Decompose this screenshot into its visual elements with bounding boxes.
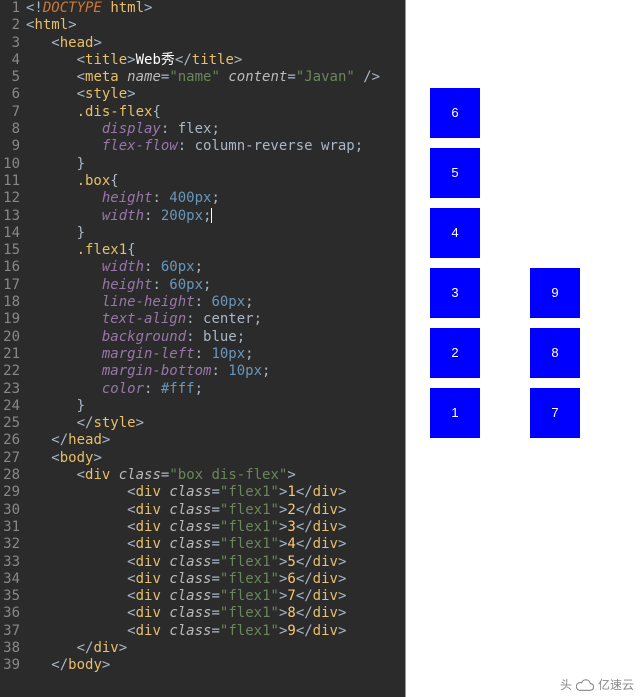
- line-number: 7: [0, 104, 20, 121]
- line-number: 17: [0, 277, 20, 294]
- line-number: 28: [0, 467, 20, 484]
- code-line[interactable]: <div class="flex1">6</div>: [26, 571, 405, 588]
- line-number: 12: [0, 190, 20, 207]
- flex-item: 7: [530, 388, 580, 438]
- line-number: 6: [0, 86, 20, 103]
- code-line[interactable]: <html>: [26, 17, 405, 34]
- line-number: 38: [0, 640, 20, 657]
- preview-pane: 1 2 3 4 5 6 7 8 9: [405, 0, 640, 697]
- line-number: 15: [0, 242, 20, 259]
- code-line[interactable]: <div class="flex1">2</div>: [26, 502, 405, 519]
- watermark: 头 亿速云: [560, 676, 634, 693]
- line-number: 1: [0, 0, 20, 17]
- code-line[interactable]: display: flex;: [26, 121, 405, 138]
- line-number: 29: [0, 484, 20, 501]
- line-number: 3: [0, 35, 20, 52]
- line-number: 30: [0, 502, 20, 519]
- code-line[interactable]: <head>: [26, 35, 405, 52]
- line-number: 4: [0, 52, 20, 69]
- flex-item: 5: [430, 148, 480, 198]
- line-number: 23: [0, 381, 20, 398]
- line-number: 21: [0, 346, 20, 363]
- line-number: 27: [0, 450, 20, 467]
- flex-item: 6: [430, 88, 480, 138]
- flex-container: 1 2 3 4 5 6 7 8 9: [420, 48, 620, 448]
- code-line[interactable]: height: 400px;: [26, 190, 405, 207]
- line-number: 2: [0, 17, 20, 34]
- flex-item: 4: [430, 208, 480, 258]
- text-cursor: [211, 208, 212, 223]
- flex-item: 1: [430, 388, 480, 438]
- code-line[interactable]: </style>: [26, 415, 405, 432]
- code-line[interactable]: </body>: [26, 657, 405, 674]
- code-editor[interactable]: 1234567891011121314151617181920212223242…: [0, 0, 405, 697]
- line-number: 10: [0, 156, 20, 173]
- code-line[interactable]: </head>: [26, 432, 405, 449]
- line-number: 9: [0, 138, 20, 155]
- code-line[interactable]: <div class="flex1">9</div>: [26, 623, 405, 640]
- line-number: 13: [0, 208, 20, 225]
- line-number: 18: [0, 294, 20, 311]
- line-number: 31: [0, 519, 20, 536]
- code-line[interactable]: </div>: [26, 640, 405, 657]
- code-line[interactable]: <div class="flex1">5</div>: [26, 554, 405, 571]
- line-number: 25: [0, 415, 20, 432]
- line-number: 39: [0, 657, 20, 674]
- line-number: 22: [0, 363, 20, 380]
- line-number: 20: [0, 329, 20, 346]
- line-number: 19: [0, 311, 20, 328]
- code-line[interactable]: width: 60px;: [26, 259, 405, 276]
- line-number: 16: [0, 259, 20, 276]
- cloud-icon: [576, 678, 594, 692]
- line-number: 34: [0, 571, 20, 588]
- line-number: 24: [0, 398, 20, 415]
- code-line[interactable]: <style>: [26, 86, 405, 103]
- code-line[interactable]: <div class="box dis-flex">: [26, 467, 405, 484]
- code-line[interactable]: background: blue;: [26, 329, 405, 346]
- flex-item: 2: [430, 328, 480, 378]
- flex-item: 8: [530, 328, 580, 378]
- code-line[interactable]: height: 60px;: [26, 277, 405, 294]
- code-line[interactable]: <div class="flex1">3</div>: [26, 519, 405, 536]
- line-number: 14: [0, 225, 20, 242]
- code-line[interactable]: .box{: [26, 173, 405, 190]
- code-line[interactable]: <div class="flex1">8</div>: [26, 605, 405, 622]
- flex-item: 9: [530, 268, 580, 318]
- code-line[interactable]: .dis-flex{: [26, 104, 405, 121]
- code-line[interactable]: line-height: 60px;: [26, 294, 405, 311]
- code-line[interactable]: }: [26, 225, 405, 242]
- code-line[interactable]: <title>Web秀</title>: [26, 52, 405, 69]
- flex-item: 3: [430, 268, 480, 318]
- code-line[interactable]: <div class="flex1">1</div>: [26, 484, 405, 501]
- line-number: 26: [0, 432, 20, 449]
- watermark-text: 头: [560, 676, 572, 693]
- code-line[interactable]: color: #fff;: [26, 381, 405, 398]
- code-line[interactable]: text-align: center;: [26, 311, 405, 328]
- line-number: 5: [0, 69, 20, 86]
- code-line[interactable]: }: [26, 156, 405, 173]
- code-line[interactable]: margin-bottom: 10px;: [26, 363, 405, 380]
- code-line[interactable]: }: [26, 398, 405, 415]
- code-line[interactable]: .flex1{: [26, 242, 405, 259]
- line-number: 32: [0, 536, 20, 553]
- code-line[interactable]: <div class="flex1">4</div>: [26, 536, 405, 553]
- line-number: 35: [0, 588, 20, 605]
- code-line[interactable]: flex-flow: column-reverse wrap;: [26, 138, 405, 155]
- code-line[interactable]: <!DOCTYPE html>: [26, 0, 405, 17]
- line-gutter: 1234567891011121314151617181920212223242…: [0, 0, 26, 697]
- watermark-brand: 亿速云: [598, 676, 634, 693]
- code-line[interactable]: <div class="flex1">7</div>: [26, 588, 405, 605]
- code-line[interactable]: width: 200px;: [26, 208, 405, 225]
- line-number: 33: [0, 554, 20, 571]
- code-line[interactable]: <meta name="name" content="Javan" />: [26, 69, 405, 86]
- code-line[interactable]: margin-left: 10px;: [26, 346, 405, 363]
- line-number: 37: [0, 623, 20, 640]
- code-line[interactable]: <body>: [26, 450, 405, 467]
- line-number: 11: [0, 173, 20, 190]
- line-number: 8: [0, 121, 20, 138]
- code-area[interactable]: <!DOCTYPE html><html> <head> <title>Web秀…: [26, 0, 405, 697]
- line-number: 36: [0, 605, 20, 622]
